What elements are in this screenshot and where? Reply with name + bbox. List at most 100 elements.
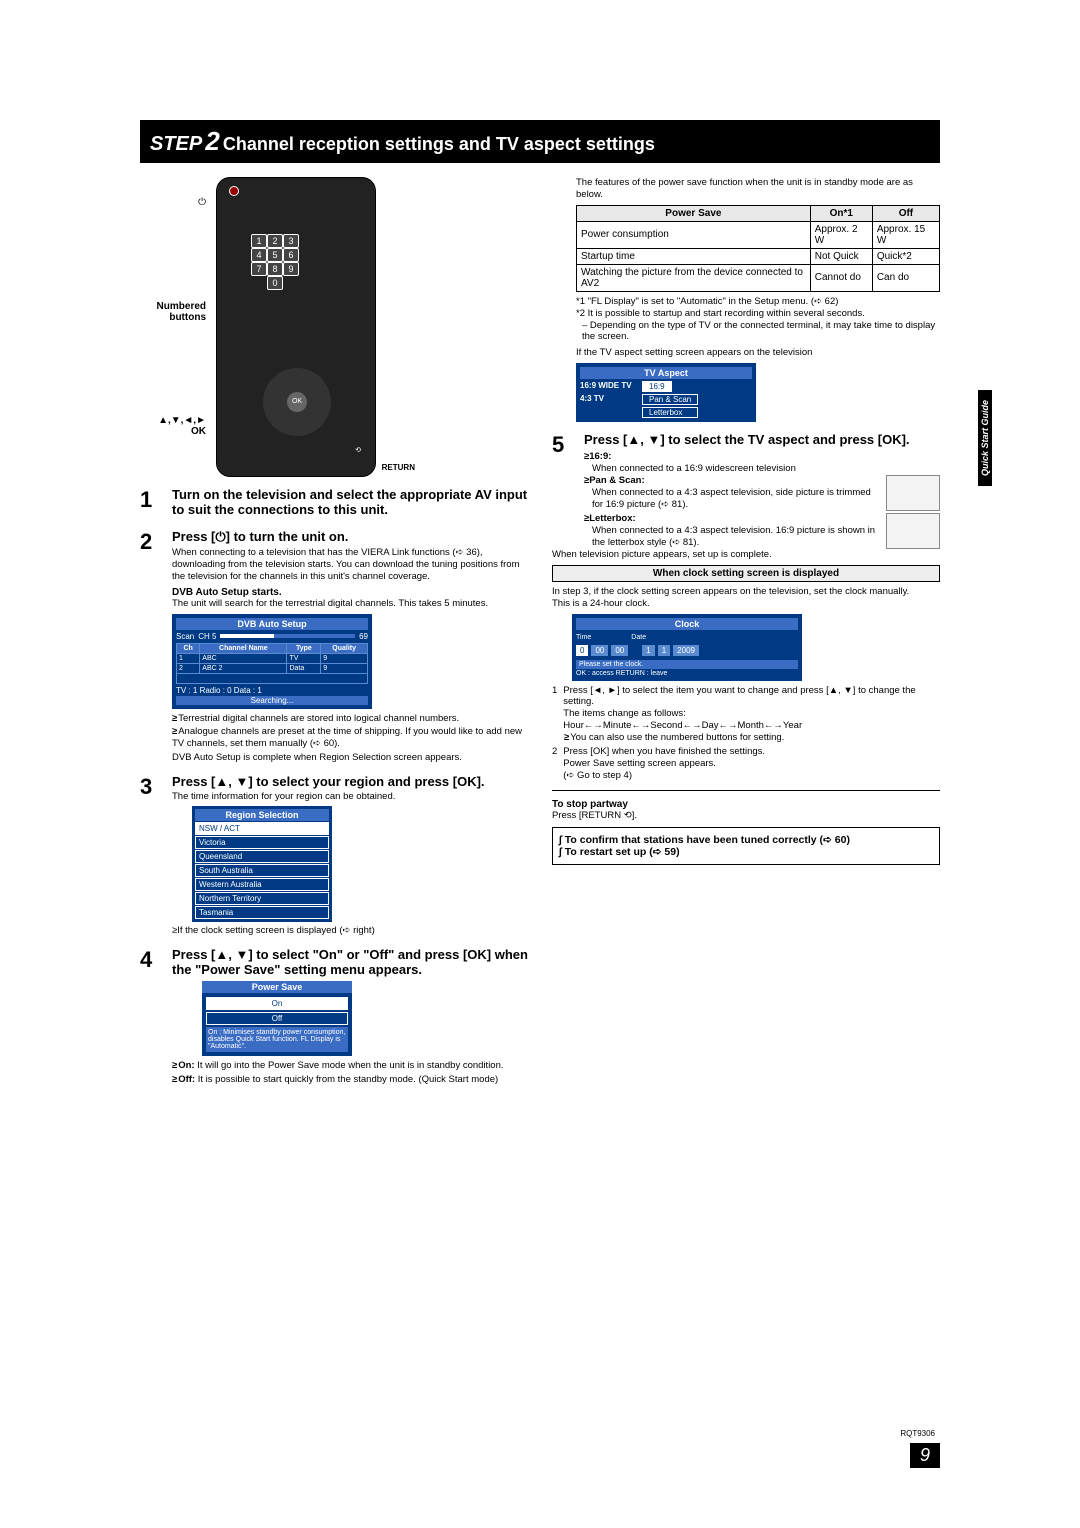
table-cell: Not Quick	[810, 248, 872, 264]
step-5-number: 5	[552, 432, 576, 549]
tva-opt: 16:9	[642, 381, 672, 392]
clock-cell: 0	[576, 645, 588, 656]
setup-complete: When television picture appears, set up …	[552, 549, 940, 561]
aspect-ps-label: ≥Pan & Scan:	[584, 475, 880, 487]
table-cell: Cannot do	[810, 264, 872, 291]
region-item: Tasmania	[195, 906, 329, 919]
step-5-heading: Press [▲, ▼] to select the TV aspect and…	[584, 432, 940, 447]
tva-label: 16:9 WIDE TV	[580, 381, 636, 392]
region-item: Victoria	[195, 836, 329, 849]
title-rest: Channel reception settings and TV aspect…	[223, 134, 655, 154]
footnote-2: *2 It is possible to startup and start r…	[576, 308, 940, 320]
dvb-setup-head: DVB Auto Setup starts.	[172, 587, 528, 598]
ps-note: On : Minimises standby power consumption…	[206, 1027, 348, 1052]
table-cell: Quick*2	[872, 248, 939, 264]
nav-ok-label: ▲,▼,◄,► OK	[140, 415, 206, 437]
clock-time-label: Time	[576, 634, 591, 641]
table-cell: Approx. 2 W	[810, 221, 872, 248]
step3-note: ≥If the clock setting screen is displaye…	[172, 925, 528, 937]
tva-opt: Pan & Scan	[642, 394, 698, 405]
aspect-lb-desc: When connected to a 4:3 aspect televisio…	[584, 525, 880, 549]
clock-step2b: Power Save setting screen appears. (➪ Go…	[563, 758, 765, 782]
table-cell: Can do	[872, 264, 939, 291]
power-icon-label: ⏻	[140, 197, 206, 208]
clock-footer-text: OK : access RETURN : leave	[576, 670, 798, 677]
pan-scan-thumb-icon	[886, 475, 940, 511]
step2-bullet2: Analogue channels are preset at the time…	[172, 726, 528, 750]
osd-title: DVB Auto Setup	[176, 618, 368, 630]
tv-aspect-osd: TV Aspect 16:9 WIDE TV 16:9 4:3 TV Pan & S…	[576, 363, 756, 422]
ps-title: Power Save	[202, 981, 352, 993]
clock-date-label: Date	[631, 634, 646, 641]
crossref-2: ∫ To restart set up (➪ 59)	[559, 846, 933, 858]
clock-cell: 2009	[673, 645, 699, 656]
clock-step1-num: 1	[552, 685, 557, 733]
tva-label: 4:3 TV	[580, 394, 636, 418]
step-2-body: When connecting to a television that has…	[172, 547, 528, 583]
dvb-channel-table: ChChannel NameTypeQuality 1ABCTV9 2ABC 2…	[176, 643, 368, 684]
step2-complete: DVB Auto Setup is complete when Region S…	[172, 752, 528, 764]
table-head: On*1	[810, 205, 872, 221]
letterbox-thumb-icon	[886, 513, 940, 549]
dvb-auto-setup-osd: DVB Auto Setup Scan CH 5 69 ChChannel Na…	[172, 614, 372, 709]
step-2-heading: Press [⏻] to turn the unit on.	[172, 529, 528, 545]
clock-section-header: When clock setting screen is displayed	[552, 565, 940, 582]
ps-on: On	[206, 997, 348, 1010]
region-selection-osd: Region Selection NSW / ACT Victoria Quee…	[192, 806, 332, 922]
step-2-number: 2	[140, 529, 164, 764]
power-save-osd: Power Save On Off On : Minimises standby…	[202, 981, 352, 1056]
table-cell: Watching the picture from the device con…	[577, 264, 811, 291]
osd-prog: 69	[359, 632, 368, 641]
clock-title: Clock	[576, 618, 798, 630]
region-item: Western Australia	[195, 878, 329, 891]
return-button: ⟲	[355, 446, 361, 454]
step-3-heading: Press [▲, ▼] to select your region and p…	[172, 774, 528, 789]
footnote-3: – Depending on the type of TV or the con…	[582, 320, 940, 344]
title-step: STEP	[150, 133, 202, 155]
aspect-169-label: ≥16:9:	[584, 451, 940, 463]
clock-hint: Please set the clock.	[576, 660, 798, 669]
stop-heading: To stop partway	[552, 799, 940, 810]
stop-body: Press [RETURN ⟲].	[552, 810, 940, 822]
footnote-1: *1 "FL Display" is set to "Automatic" in…	[576, 296, 940, 308]
step-4-heading: Press [▲, ▼] to select "On" or "Off" and…	[172, 947, 528, 977]
table-cell: Startup time	[577, 248, 811, 264]
table-cell: Power consumption	[577, 221, 811, 248]
page-number: 9	[910, 1443, 940, 1468]
tv-aspect-intro: If the TV aspect setting screen appears …	[576, 347, 940, 359]
remote-control-diagram: 123 456 789 0 OK ⟲ RETURN	[216, 177, 376, 477]
clock-step2: Press [OK] when you have finished the se…	[563, 746, 765, 758]
osd-counts: TV : 1 Radio : 0 Data : 1	[176, 686, 368, 695]
clock-intro: In step 3, if the clock setting screen a…	[552, 586, 940, 610]
clock-cell: 1	[658, 645, 670, 656]
side-tab-quick-start: Quick Start Guide	[978, 390, 992, 486]
footer-code: RQT9306	[900, 1429, 935, 1438]
page-title: STEP 2 Channel reception settings and TV…	[140, 120, 940, 163]
tva-title: TV Aspect	[580, 367, 752, 379]
step-1-heading: Turn on the television and select the ap…	[172, 487, 528, 517]
osd-ch: CH 5	[198, 632, 216, 641]
region-title: Region Selection	[195, 809, 329, 821]
ps-off-desc: Off: It is possible to start quickly fro…	[172, 1074, 528, 1086]
step-3-number: 3	[140, 774, 164, 937]
clock-osd: Clock Time Date 0 00 00 1 1 2009 Please …	[572, 614, 802, 681]
region-item: South Australia	[195, 864, 329, 877]
aspect-ps-desc: When connected to a 4:3 aspect televisio…	[584, 487, 880, 511]
osd-searching: Searching...	[176, 696, 368, 705]
tva-opt: Letterbox	[642, 407, 698, 418]
clock-bullet: You can also use the numbered buttons fo…	[564, 732, 940, 744]
table-head: Power Save	[577, 205, 811, 221]
region-item: NSW / ACT	[195, 822, 329, 835]
clock-cell: 1	[642, 645, 654, 656]
ps-on-desc: On: It will go into the Power Save mode …	[172, 1060, 528, 1072]
step-3-body: The time information for your region can…	[172, 791, 528, 803]
numbered-buttons-label: Numbered buttons	[140, 301, 206, 323]
clock-cell: 00	[611, 645, 628, 656]
aspect-lb-label: ≥Letterbox:	[584, 513, 880, 525]
return-label: RETURN	[382, 463, 415, 472]
osd-scan: Scan	[176, 632, 194, 641]
title-num: 2	[205, 126, 219, 156]
power-save-table: Power Save On*1 Off Power consumption Ap…	[576, 205, 940, 292]
crossref-1: ∫ To confirm that stations have been tun…	[559, 834, 933, 846]
table-cell: Approx. 15 W	[872, 221, 939, 248]
